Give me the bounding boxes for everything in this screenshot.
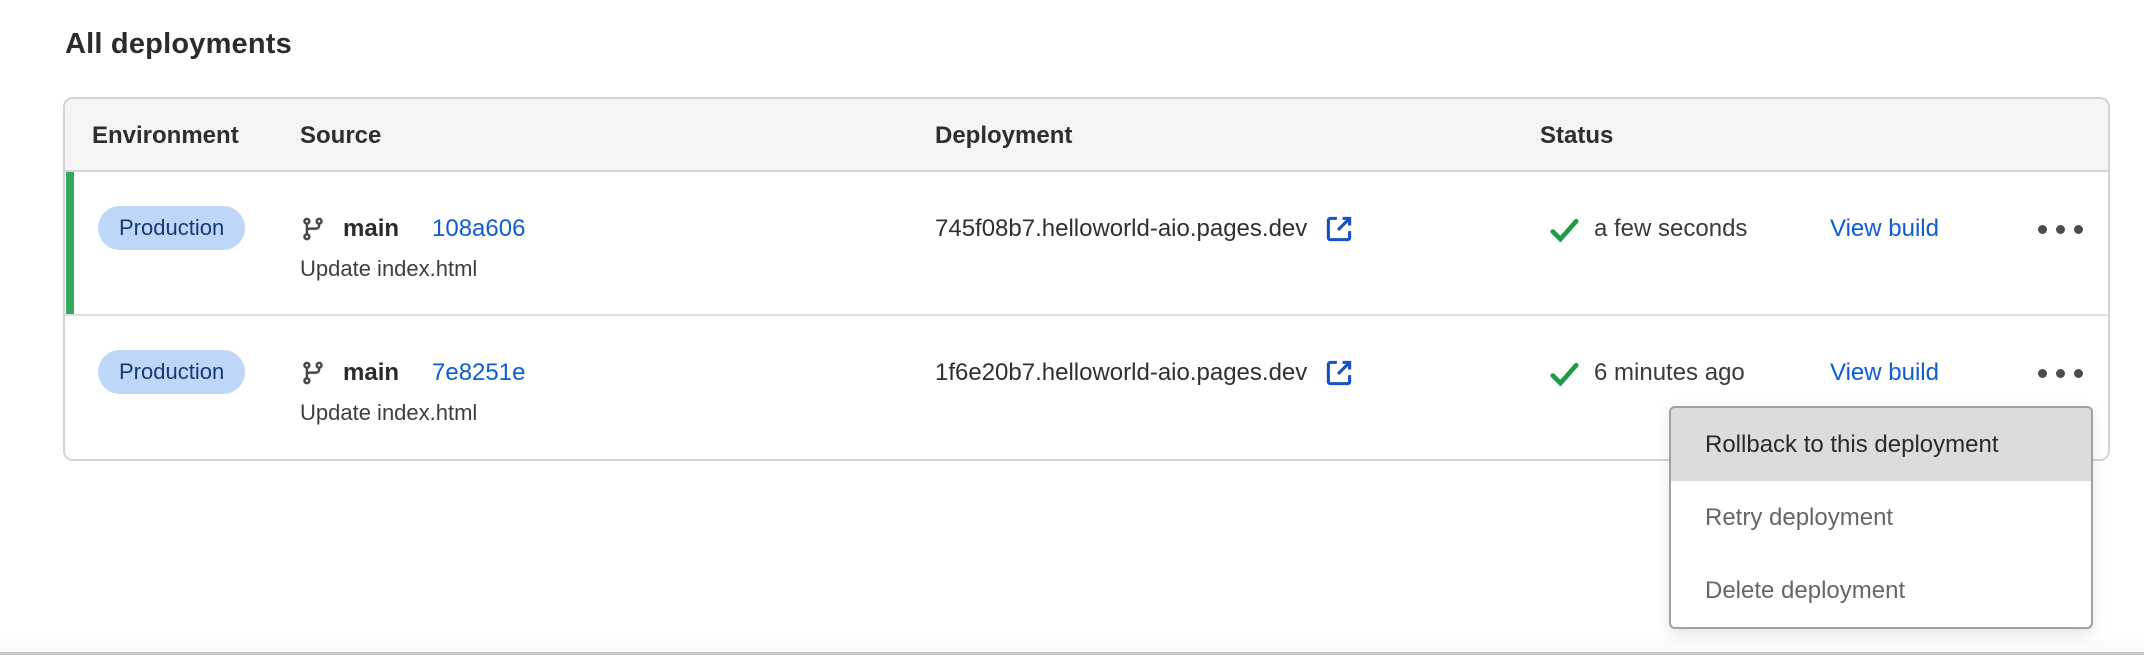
source-cell: main 7e8251e — [300, 353, 525, 393]
status-text: a few seconds — [1594, 215, 1747, 243]
more-options-button[interactable] — [2005, 199, 2115, 259]
deployment-cell: 745f08b7.helloworld-aio.pages.dev — [935, 209, 1356, 249]
status-cell: 6 minutes ago — [1548, 353, 1745, 393]
bottom-divider — [0, 639, 2144, 655]
branch-name: main — [343, 359, 399, 387]
git-branch-icon — [300, 360, 326, 386]
column-header-environment: Environment — [92, 99, 239, 172]
environment-badge: Production — [98, 206, 245, 250]
view-build-link[interactable]: View build — [1830, 209, 1939, 249]
commit-link[interactable]: 108a606 — [432, 215, 525, 243]
commit-link[interactable]: 7e8251e — [432, 359, 525, 387]
status-text: 6 minutes ago — [1594, 359, 1745, 387]
current-deployment-indicator — [66, 172, 74, 314]
commit-message: Update index.html — [300, 256, 477, 282]
branch-name: main — [343, 215, 399, 243]
context-menu: Rollback to this deployment Retry deploy… — [1669, 406, 2093, 629]
more-options-button[interactable] — [2005, 343, 2115, 403]
menu-item-delete[interactable]: Delete deployment — [1671, 554, 2091, 627]
menu-item-retry[interactable]: Retry deployment — [1671, 481, 2091, 554]
column-header-status: Status — [1540, 99, 1613, 172]
git-branch-icon — [300, 216, 326, 242]
status-cell: a few seconds — [1548, 209, 1747, 249]
ellipsis-icon — [2038, 369, 2083, 378]
source-cell: main 108a606 — [300, 209, 525, 249]
table-row: Production main 108a606 Update index.htm… — [65, 172, 2108, 316]
environment-badge: Production — [98, 350, 245, 394]
deployments-page: All deployments Environment Source Deplo… — [0, 0, 2144, 662]
ellipsis-icon — [2038, 225, 2083, 234]
deployment-url: 1f6e20b7.helloworld-aio.pages.dev — [935, 359, 1307, 387]
deployment-url: 745f08b7.helloworld-aio.pages.dev — [935, 215, 1307, 243]
external-link-icon[interactable] — [1322, 212, 1356, 246]
column-header-deployment: Deployment — [935, 99, 1072, 172]
table-header-row: Environment Source Deployment Status — [65, 99, 2108, 172]
menu-item-rollback[interactable]: Rollback to this deployment — [1671, 408, 2091, 481]
column-header-source: Source — [300, 99, 381, 172]
commit-message: Update index.html — [300, 400, 477, 426]
view-build-link[interactable]: View build — [1830, 353, 1939, 393]
external-link-icon[interactable] — [1322, 356, 1356, 390]
check-icon — [1548, 213, 1581, 246]
check-icon — [1548, 357, 1581, 390]
page-title: All deployments — [65, 28, 292, 61]
deployment-cell: 1f6e20b7.helloworld-aio.pages.dev — [935, 353, 1356, 393]
